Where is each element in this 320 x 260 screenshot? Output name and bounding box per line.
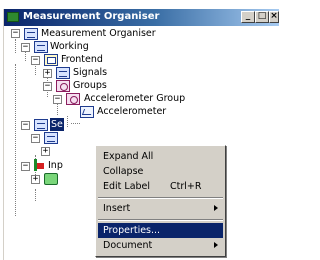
close-button[interactable]: ×	[269, 11, 279, 23]
tree-item-label: Signals	[73, 67, 108, 78]
collapse-toggle[interactable]: −	[21, 162, 30, 171]
group-icon	[56, 80, 70, 92]
minimize-button[interactable]: _	[241, 11, 255, 23]
document-icon	[24, 28, 38, 40]
shortcut-label: Ctrl+R	[170, 181, 202, 192]
tree-item-label: Frontend	[61, 54, 103, 65]
menu-item-document[interactable]: Document	[98, 238, 223, 253]
measurement-organiser-window: Measurement Organiser _ □ × − Measuremen…	[3, 9, 279, 260]
tree-item-label: Working	[50, 41, 89, 52]
tree-connector	[35, 189, 36, 201]
expand-toggle[interactable]: +	[31, 175, 40, 184]
document-icon	[44, 173, 58, 185]
submenu-arrow-icon	[214, 205, 218, 211]
folder-icon	[44, 54, 58, 66]
document-icon	[34, 41, 48, 53]
window-title: Measurement Organiser	[23, 11, 160, 22]
tree-item-label: Inp	[48, 160, 63, 171]
title-bar[interactable]: Measurement Organiser _ □ ×	[4, 9, 279, 26]
menu-item-collapse[interactable]: Collapse	[98, 164, 223, 179]
tree-connector	[71, 123, 80, 124]
tree-connector	[57, 103, 58, 115]
maximize-button[interactable]: □	[255, 11, 269, 23]
expand-toggle[interactable]: +	[41, 147, 50, 156]
tree-item-label: Accelerometer	[97, 106, 167, 117]
collapse-toggle[interactable]: −	[53, 95, 62, 104]
menu-separator	[98, 219, 223, 221]
collapse-toggle[interactable]: −	[21, 121, 30, 130]
document-icon	[34, 119, 48, 131]
app-icon	[7, 12, 19, 22]
menu-separator	[98, 197, 223, 199]
signal-icon	[80, 106, 94, 118]
menu-item-insert[interactable]: Insert	[98, 201, 223, 216]
collapse-toggle[interactable]: −	[31, 134, 40, 143]
input-icon	[34, 159, 44, 171]
group-icon	[66, 93, 80, 105]
menu-item-edit-label[interactable]: Edit Label Ctrl+R	[98, 179, 223, 194]
tree-connector	[67, 116, 68, 127]
document-icon	[44, 132, 58, 144]
menu-item-properties[interactable]: Properties...	[98, 223, 223, 238]
collapse-toggle[interactable]: −	[11, 29, 20, 38]
menu-item-expand-all[interactable]: Expand All	[98, 149, 223, 164]
context-menu: Expand All Collapse Edit Label Ctrl+R In…	[95, 145, 226, 257]
collapse-toggle[interactable]: −	[21, 43, 30, 52]
tree-connector	[15, 64, 16, 216]
collapse-toggle[interactable]: −	[43, 82, 52, 91]
collapse-toggle[interactable]: −	[31, 56, 40, 65]
tree-item-label: Groups	[73, 80, 107, 91]
tree-item-label: Se	[50, 118, 64, 131]
tree-item-label: Accelerometer Group	[84, 93, 186, 104]
tree-connector	[15, 39, 16, 53]
expand-toggle[interactable]: +	[43, 69, 52, 78]
tree-item-label: Measurement Organiser	[41, 28, 156, 39]
signal-icon	[56, 67, 70, 79]
submenu-arrow-icon	[214, 242, 218, 248]
